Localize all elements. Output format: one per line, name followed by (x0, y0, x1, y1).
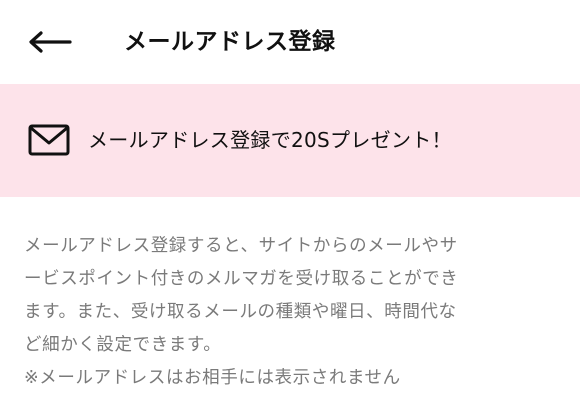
description-line: ど細かく設定できます。 (24, 335, 222, 355)
description-text: メールアドレス登録すると、サイトからのメールやサ ービスポイント付きのメルマガを… (24, 230, 554, 395)
page-title: メールアドレス登録 (124, 29, 336, 55)
arrow-left-icon (29, 31, 72, 53)
description-line: ービスポイント付きのメルマガを受け取ることができ (24, 269, 459, 289)
back-button[interactable] (22, 24, 78, 60)
description-line: メールアドレス登録すると、サイトからのメールやサ (24, 236, 458, 256)
mail-icon (28, 124, 70, 156)
header: メールアドレス登録 (0, 0, 580, 84)
email-registration-page: メールアドレス登録 メールアドレス登録で20Sプレゼント！ メールアドレス登録す… (0, 0, 580, 405)
promo-banner: メールアドレス登録で20Sプレゼント！ (0, 84, 580, 197)
description-line: ます。また、受け取るメールの種類や曜日、時間代な (24, 302, 457, 322)
privacy-note: ※メールアドレスはお相手には表示されません (24, 368, 401, 388)
promo-text: メールアドレス登録で20Sプレゼント！ (88, 128, 452, 152)
